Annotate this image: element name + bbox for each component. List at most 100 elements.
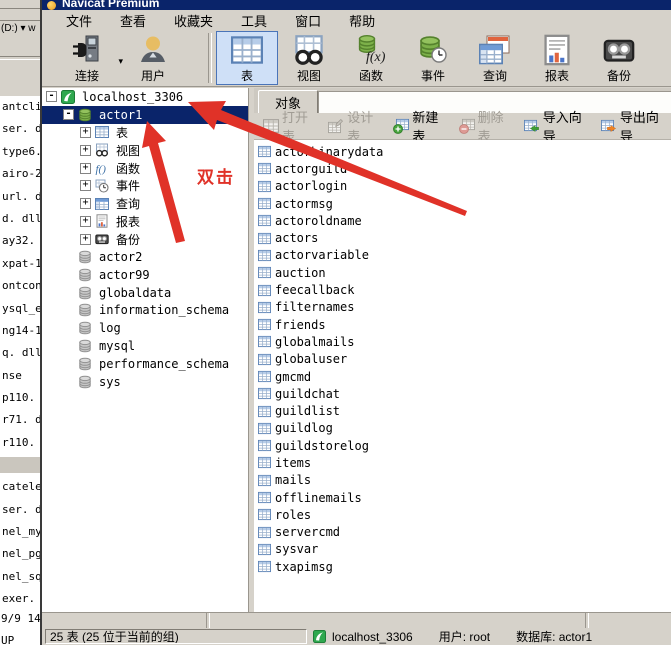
table-row[interactable]: globalmails [254, 333, 671, 350]
expand-minus-icon[interactable] [46, 91, 57, 102]
table-name: auction [275, 266, 326, 280]
status-count-label: 25 表 (25 位于当前的组) [50, 629, 179, 644]
table-name: servercmd [275, 525, 340, 539]
table-row[interactable]: actormsg [254, 195, 671, 212]
tree-item-database[interactable]: actor99 [42, 266, 248, 284]
tree-item-functions[interactable]: 函数 [42, 159, 248, 177]
tree-item-events[interactable]: 事件 [42, 177, 248, 195]
expand-minus-icon[interactable] [63, 109, 74, 120]
table-row[interactable]: guildlist [254, 402, 671, 419]
menu-file[interactable]: 文件 [52, 9, 106, 32]
expand-plus-icon[interactable] [80, 127, 91, 138]
menu-help[interactable]: 帮助 [335, 9, 389, 32]
table-row[interactable]: friends [254, 316, 671, 333]
table-row[interactable]: filternames [254, 299, 671, 316]
tree-item-backup[interactable]: 备份 [42, 230, 248, 248]
export-wizard-icon [601, 118, 617, 134]
table-row[interactable]: servercmd [254, 524, 671, 541]
menu-tools[interactable]: 工具 [227, 9, 281, 32]
tree-item-label: 视图 [114, 142, 142, 159]
tree-item-database[interactable]: performance_schema [42, 355, 248, 373]
table-row[interactable]: guildchat [254, 385, 671, 402]
file-name-fragment: ysql_e. [0, 298, 40, 320]
tree-item-database[interactable]: globaldata [42, 284, 248, 302]
divider [206, 613, 210, 629]
table-icon [258, 387, 271, 400]
table-row[interactable]: mails [254, 472, 671, 489]
table-row[interactable]: feecallback [254, 281, 671, 298]
table-list: actorbinarydata actorguild actorlogin ac… [254, 140, 671, 615]
expand-plus-icon[interactable] [80, 145, 91, 156]
table-row[interactable]: actorguild [254, 160, 671, 177]
table-row[interactable]: items [254, 454, 671, 471]
tree-item-database[interactable]: information_schema [42, 302, 248, 320]
tree-item-database[interactable]: actor2 [42, 248, 248, 266]
table-name: guildlog [275, 421, 333, 435]
table-row[interactable]: txapimsg [254, 558, 671, 575]
objects-pane: 对象 打开表 设计表 [254, 88, 671, 612]
menu-view[interactable]: 查看 [106, 9, 160, 32]
table-row[interactable]: guildlog [254, 420, 671, 437]
table-row[interactable]: auction [254, 264, 671, 281]
table-row[interactable]: actoroldname [254, 212, 671, 229]
background-toolbar [0, 9, 40, 21]
views-button[interactable]: 视图 [278, 31, 340, 85]
file-name-fragment: catelev [0, 476, 40, 498]
table-name: txapimsg [275, 560, 333, 574]
design-table-icon [328, 118, 344, 134]
reports-button[interactable]: 报表 [526, 31, 588, 85]
tree-item-reports[interactable]: 报表 [42, 213, 248, 231]
tree-item-localhost[interactable]: localhost_3306 [42, 88, 248, 106]
table-row[interactable]: offlinemails [254, 489, 671, 506]
expand-plus-icon[interactable] [80, 180, 91, 191]
connection-icon [71, 34, 103, 66]
expand-plus-icon[interactable] [80, 216, 91, 227]
file-name-fragment: ser. dll [0, 118, 40, 140]
table-icon [258, 249, 271, 262]
events-button[interactable]: 事件 [402, 31, 464, 85]
tree-item-tables[interactable]: 表 [42, 124, 248, 142]
table-row[interactable]: actors [254, 229, 671, 246]
table-icon [258, 214, 271, 227]
table-name: guildchat [275, 387, 340, 401]
database-icon [78, 375, 92, 389]
table-row[interactable]: sysvar [254, 541, 671, 558]
table-row[interactable]: actorlogin [254, 178, 671, 195]
table-icon [258, 422, 271, 435]
table-row[interactable]: globaluser [254, 351, 671, 368]
expand-plus-icon[interactable] [80, 163, 91, 174]
table-row[interactable]: actorvariable [254, 247, 671, 264]
connection-button[interactable]: ▾ 连接 [52, 31, 122, 85]
import-wizard-icon [524, 118, 540, 134]
menu-window[interactable]: 窗口 [281, 9, 335, 32]
table-name: actoroldname [275, 214, 362, 228]
table-name: roles [275, 508, 311, 522]
table-name: filternames [275, 300, 354, 314]
queries-button[interactable]: 查询 [464, 31, 526, 85]
file-name-fragment: q. dll [0, 342, 40, 364]
functions-button[interactable]: f(x) 函数 [340, 31, 402, 85]
divider [0, 56, 40, 60]
user-button[interactable]: 用户 [122, 31, 184, 85]
table-row[interactable]: roles [254, 506, 671, 523]
tables-button[interactable]: 表 [216, 31, 278, 85]
table-icon [258, 560, 271, 573]
backup-button[interactable]: 备份 [588, 31, 650, 85]
table-icon [95, 125, 109, 139]
table-icon [258, 526, 271, 539]
table-row[interactable]: gmcmd [254, 368, 671, 385]
table-row[interactable]: actorbinarydata [254, 143, 671, 160]
expand-plus-icon[interactable] [80, 198, 91, 209]
tree-item-database[interactable]: mysql [42, 337, 248, 355]
tree-item-label: localhost_3306 [80, 90, 185, 104]
tree-item-actor1[interactable]: actor1 [42, 106, 248, 124]
expand-plus-icon[interactable] [80, 234, 91, 245]
table-icon [231, 34, 263, 66]
tree-item-queries[interactable]: 查询 [42, 195, 248, 213]
tree-item-database[interactable]: log [42, 319, 248, 337]
tree-item-views[interactable]: 视图 [42, 141, 248, 159]
table-row[interactable]: guildstorelog [254, 437, 671, 454]
table-name: actormsg [275, 197, 333, 211]
menu-favorites[interactable]: 收藏夹 [160, 9, 227, 32]
tree-item-database[interactable]: sys [42, 373, 248, 391]
